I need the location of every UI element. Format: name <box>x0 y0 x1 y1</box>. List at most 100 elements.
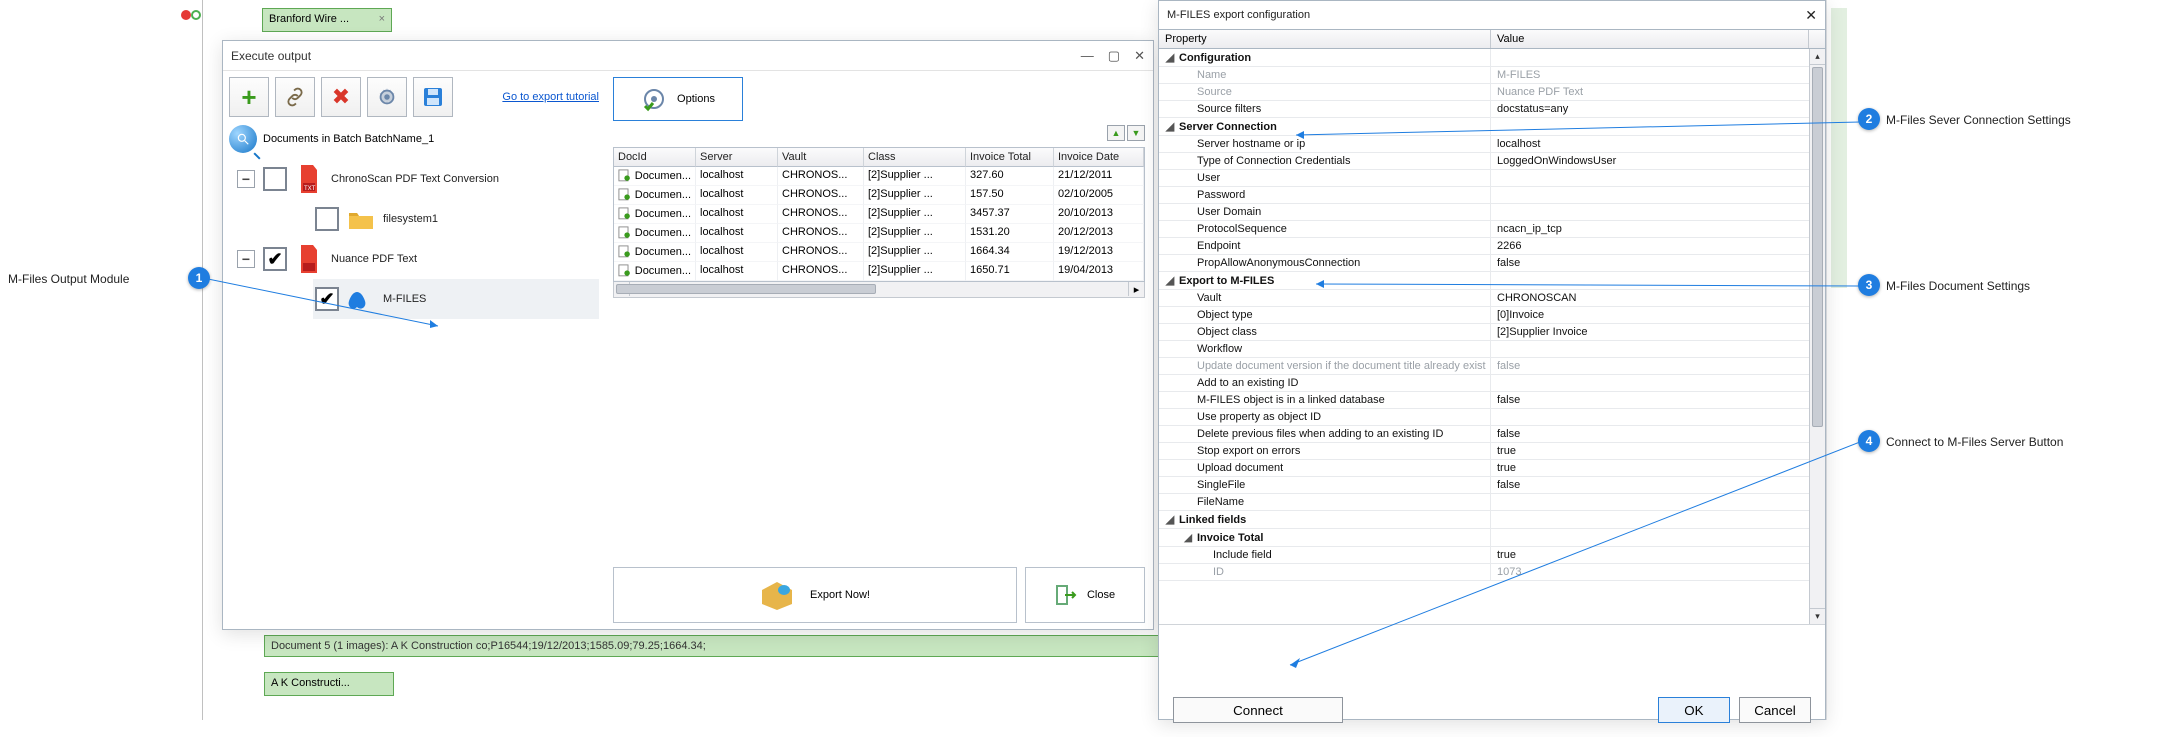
property-row[interactable]: M-FILES object is in a linked databasefa… <box>1159 392 1825 409</box>
property-group[interactable]: ◢Server Connection <box>1159 118 1825 136</box>
property-value[interactable]: 1073 <box>1491 564 1825 580</box>
minimize-icon[interactable]: — <box>1081 48 1094 64</box>
col-total[interactable]: Invoice Total <box>966 148 1054 167</box>
col-property[interactable]: Property <box>1159 30 1491 48</box>
property-row[interactable]: Use property as object ID <box>1159 409 1825 426</box>
property-row[interactable]: ProtocolSequencencacn_ip_tcp <box>1159 221 1825 238</box>
property-value[interactable] <box>1491 49 1825 66</box>
property-row[interactable]: VaultCHRONOSCAN <box>1159 290 1825 307</box>
col-docid[interactable]: DocId <box>614 148 696 167</box>
table-row[interactable]: Documen...localhostCHRONOS...[2]Supplier… <box>614 224 1144 243</box>
scroll-thumb[interactable] <box>1812 67 1823 427</box>
property-value[interactable] <box>1491 187 1825 203</box>
property-value[interactable]: [2]Supplier Invoice <box>1491 324 1825 340</box>
property-value[interactable] <box>1491 170 1825 186</box>
export-now-button[interactable]: Export Now! <box>613 567 1017 623</box>
property-row[interactable]: Source filtersdocstatus=any <box>1159 101 1825 118</box>
close-button[interactable]: Close <box>1025 567 1145 623</box>
property-value[interactable]: LoggedOnWindowsUser <box>1491 153 1825 169</box>
property-value[interactable]: false <box>1491 358 1825 374</box>
cancel-button[interactable]: Cancel <box>1739 697 1811 723</box>
property-value[interactable]: ncacn_ip_tcp <box>1491 221 1825 237</box>
chevron-down-icon[interactable]: ◢ <box>1165 51 1175 64</box>
col-vault[interactable]: Vault <box>778 148 864 167</box>
property-row[interactable]: Type of Connection CredentialsLoggedOnWi… <box>1159 153 1825 170</box>
tree-node-filesystem1[interactable]: filesystem1 <box>313 199 599 239</box>
document-tab[interactable]: Branford Wire ... × <box>262 8 392 32</box>
mfiles-vscroll[interactable]: ▴ ▾ <box>1809 49 1825 624</box>
tutorial-link[interactable]: Go to export tutorial <box>502 91 599 103</box>
property-row[interactable]: FileName <box>1159 494 1825 511</box>
property-group[interactable]: ◢Invoice Total <box>1159 529 1825 547</box>
property-value[interactable]: false <box>1491 477 1825 493</box>
property-value[interactable]: false <box>1491 426 1825 442</box>
property-row[interactable]: Stop export on errorstrue <box>1159 443 1825 460</box>
property-row[interactable]: NameM-FILES <box>1159 67 1825 84</box>
property-value[interactable]: false <box>1491 392 1825 408</box>
property-value[interactable] <box>1491 511 1825 528</box>
property-value[interactable] <box>1491 118 1825 135</box>
delete-button[interactable]: ✖ <box>321 77 361 117</box>
property-row[interactable]: Delete previous files when adding to an … <box>1159 426 1825 443</box>
document-tab-bottom[interactable]: A K Constructi... <box>264 672 394 696</box>
property-value[interactable]: [0]Invoice <box>1491 307 1825 323</box>
chevron-down-icon[interactable]: ◢ <box>1165 513 1175 526</box>
table-row[interactable]: Documen...localhostCHRONOS...[2]Supplier… <box>614 205 1144 224</box>
table-row[interactable]: Documen...localhostCHRONOS...[2]Supplier… <box>614 186 1144 205</box>
property-row[interactable]: ID1073 <box>1159 564 1825 581</box>
move-up-button[interactable]: ▲ <box>1107 125 1125 141</box>
property-value[interactable] <box>1491 272 1825 289</box>
move-down-button[interactable]: ▼ <box>1127 125 1145 141</box>
scroll-right-icon[interactable]: ▸ <box>1128 282 1144 296</box>
property-row[interactable]: Workflow <box>1159 341 1825 358</box>
tab-close-icon[interactable]: × <box>379 13 385 25</box>
property-value[interactable] <box>1491 204 1825 220</box>
property-value[interactable]: false <box>1491 255 1825 271</box>
property-value[interactable]: localhost <box>1491 136 1825 152</box>
col-value[interactable]: Value <box>1491 30 1809 48</box>
property-value[interactable] <box>1491 529 1825 546</box>
property-value[interactable]: true <box>1491 547 1825 563</box>
property-value[interactable]: true <box>1491 443 1825 459</box>
col-date[interactable]: Invoice Date <box>1054 148 1144 167</box>
property-value[interactable]: M-FILES <box>1491 67 1825 83</box>
property-value[interactable]: Nuance PDF Text <box>1491 84 1825 100</box>
settings-button[interactable] <box>367 77 407 117</box>
property-row[interactable]: Object class[2]Supplier Invoice <box>1159 324 1825 341</box>
add-button[interactable]: + <box>229 77 269 117</box>
property-row[interactable]: Server hostname or iplocalhost <box>1159 136 1825 153</box>
property-group[interactable]: ◢Linked fields <box>1159 511 1825 529</box>
property-row[interactable]: Include fieldtrue <box>1159 547 1825 564</box>
close-icon[interactable]: ✕ <box>1805 7 1817 24</box>
tree-node-mfiles[interactable]: M-FILES <box>313 279 599 319</box>
property-row[interactable]: SingleFilefalse <box>1159 477 1825 494</box>
property-row[interactable]: PropAllowAnonymousConnectionfalse <box>1159 255 1825 272</box>
save-button[interactable] <box>413 77 453 117</box>
tree-node-nuance[interactable]: − Nuance PDF Text <box>235 239 599 279</box>
property-value[interactable] <box>1491 494 1825 510</box>
property-value[interactable]: 2266 <box>1491 238 1825 254</box>
property-row[interactable]: Upload documenttrue <box>1159 460 1825 477</box>
table-row[interactable]: Documen...localhostCHRONOS...[2]Supplier… <box>614 243 1144 262</box>
table-row[interactable]: Documen...localhostCHRONOS...[2]Supplier… <box>614 262 1144 281</box>
chevron-down-icon[interactable]: ◢ <box>1165 120 1175 133</box>
expander-icon[interactable]: − <box>237 250 255 268</box>
maximize-icon[interactable]: ▢ <box>1108 48 1120 64</box>
grid-hscroll[interactable]: ◂ ▸ <box>613 282 1145 298</box>
col-class[interactable]: Class <box>864 148 966 167</box>
scroll-thumb[interactable] <box>616 284 876 294</box>
property-group[interactable]: ◢Export to M-FILES <box>1159 272 1825 290</box>
ok-button[interactable]: OK <box>1658 697 1730 723</box>
link-button[interactable] <box>275 77 315 117</box>
chevron-down-icon[interactable]: ◢ <box>1165 274 1175 287</box>
scroll-up-icon[interactable]: ▴ <box>1810 49 1825 65</box>
property-value[interactable]: CHRONOSCAN <box>1491 290 1825 306</box>
connect-button[interactable]: Connect <box>1173 697 1343 723</box>
checkbox[interactable] <box>263 247 287 271</box>
col-server[interactable]: Server <box>696 148 778 167</box>
property-group[interactable]: ◢Configuration <box>1159 49 1825 67</box>
expander-icon[interactable]: − <box>237 170 255 188</box>
property-row[interactable]: Object type[0]Invoice <box>1159 307 1825 324</box>
property-value[interactable]: true <box>1491 460 1825 476</box>
property-row[interactable]: User Domain <box>1159 204 1825 221</box>
